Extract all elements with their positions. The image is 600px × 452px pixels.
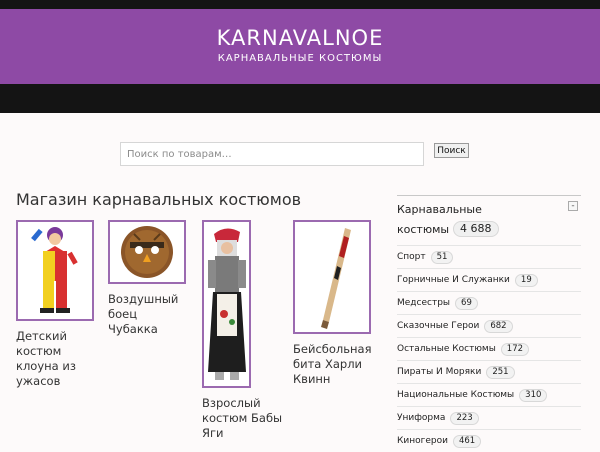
sidebar-item-sport[interactable]: Спорт 51 <box>397 245 581 268</box>
category-label[interactable]: Медсестры <box>397 298 450 308</box>
collapse-icon[interactable]: - <box>568 201 578 211</box>
sidebar-item-fairy-tale[interactable]: Сказочные Герои 682 <box>397 314 581 337</box>
search-button[interactable]: Поиск <box>434 143 469 158</box>
product-image-clown[interactable] <box>16 220 94 321</box>
category-count: 251 <box>486 365 515 379</box>
product-name[interactable]: Взрослый костюм Бабы Яги <box>202 396 284 441</box>
category-label[interactable]: Горничные И Служанки <box>397 275 510 285</box>
baseball-bat-image <box>295 222 369 332</box>
category-label[interactable]: Национальные Костюмы <box>397 390 514 400</box>
product-name[interactable]: Бейсбольная бита Харли Квинн <box>293 342 373 387</box>
site-header: KARNAVALNOE КАРНАВАЛЬНЫЕ КОСТЮМЫ <box>0 9 600 84</box>
category-count: 19 <box>514 273 538 287</box>
category-count: 51 <box>430 250 454 264</box>
heading-count-badge: 4 688 <box>453 221 499 237</box>
category-count: 172 <box>500 342 530 356</box>
product-card[interactable]: Взрослый костюм Бабы Яги <box>202 220 284 441</box>
category-label[interactable]: Спорт <box>397 252 426 262</box>
product-card[interactable]: Воздушный боец Чубакка <box>108 220 188 337</box>
product-card[interactable]: Бейсбольная бита Харли Квинн <box>293 220 373 387</box>
category-count: 310 <box>519 388 548 402</box>
category-label[interactable]: Сказочные Герои <box>397 321 479 331</box>
category-label[interactable]: Киногерои <box>397 436 448 446</box>
search-input[interactable] <box>120 142 424 166</box>
site-subtitle: КАРНАВАЛЬНЫЕ КОСТЮМЫ <box>217 53 383 64</box>
sidebar-heading[interactable]: Карнавальные костюмы - 4 688 <box>397 195 581 245</box>
site-title[interactable]: KARNAVALNOE <box>0 26 600 50</box>
sidebar-item-other[interactable]: Остальные Костюмы 172 <box>397 337 581 360</box>
product-image-baba-yaga[interactable] <box>202 220 251 388</box>
product-image-chewbacca[interactable] <box>108 220 186 284</box>
category-count: 682 <box>484 319 513 333</box>
product-name[interactable]: Воздушный боец Чубакка <box>108 292 188 337</box>
baba-yaga-costume-image <box>204 222 249 386</box>
category-count: 461 <box>452 434 482 448</box>
sidebar-item-nurses[interactable]: Медсестры 69 <box>397 291 581 314</box>
top-bar <box>0 0 600 9</box>
category-count: 223 <box>450 411 479 425</box>
sidebar-item-maids[interactable]: Горничные И Служанки 19 <box>397 268 581 291</box>
category-count: 69 <box>455 296 478 310</box>
sidebar-item-national[interactable]: Национальные Костюмы 310 <box>397 383 581 406</box>
sidebar-item-movie-heroes[interactable]: Киногерои 461 <box>397 429 581 452</box>
sidebar-item-uniform[interactable]: Униформа 223 <box>397 406 581 429</box>
category-label[interactable]: Остальные Костюмы <box>397 344 496 354</box>
nav-bar <box>0 84 600 113</box>
product-card[interactable]: Детский костюм клоуна из ужасов <box>16 220 96 389</box>
product-name[interactable]: Детский костюм клоуна из ужасов <box>16 329 96 389</box>
category-sidebar: Карнавальные костюмы - 4 688 Спорт 51 Го… <box>397 195 581 452</box>
category-label[interactable]: Униформа <box>397 413 445 423</box>
page-title: Магазин карнавальных костюмов <box>16 190 302 209</box>
sidebar-item-pirates[interactable]: Пираты И Моряки 251 <box>397 360 581 383</box>
product-image-baseball-bat[interactable] <box>293 220 371 334</box>
category-label[interactable]: Пираты И Моряки <box>397 367 481 377</box>
chewbacca-ball-image <box>110 222 184 282</box>
clown-costume-image <box>18 222 92 319</box>
